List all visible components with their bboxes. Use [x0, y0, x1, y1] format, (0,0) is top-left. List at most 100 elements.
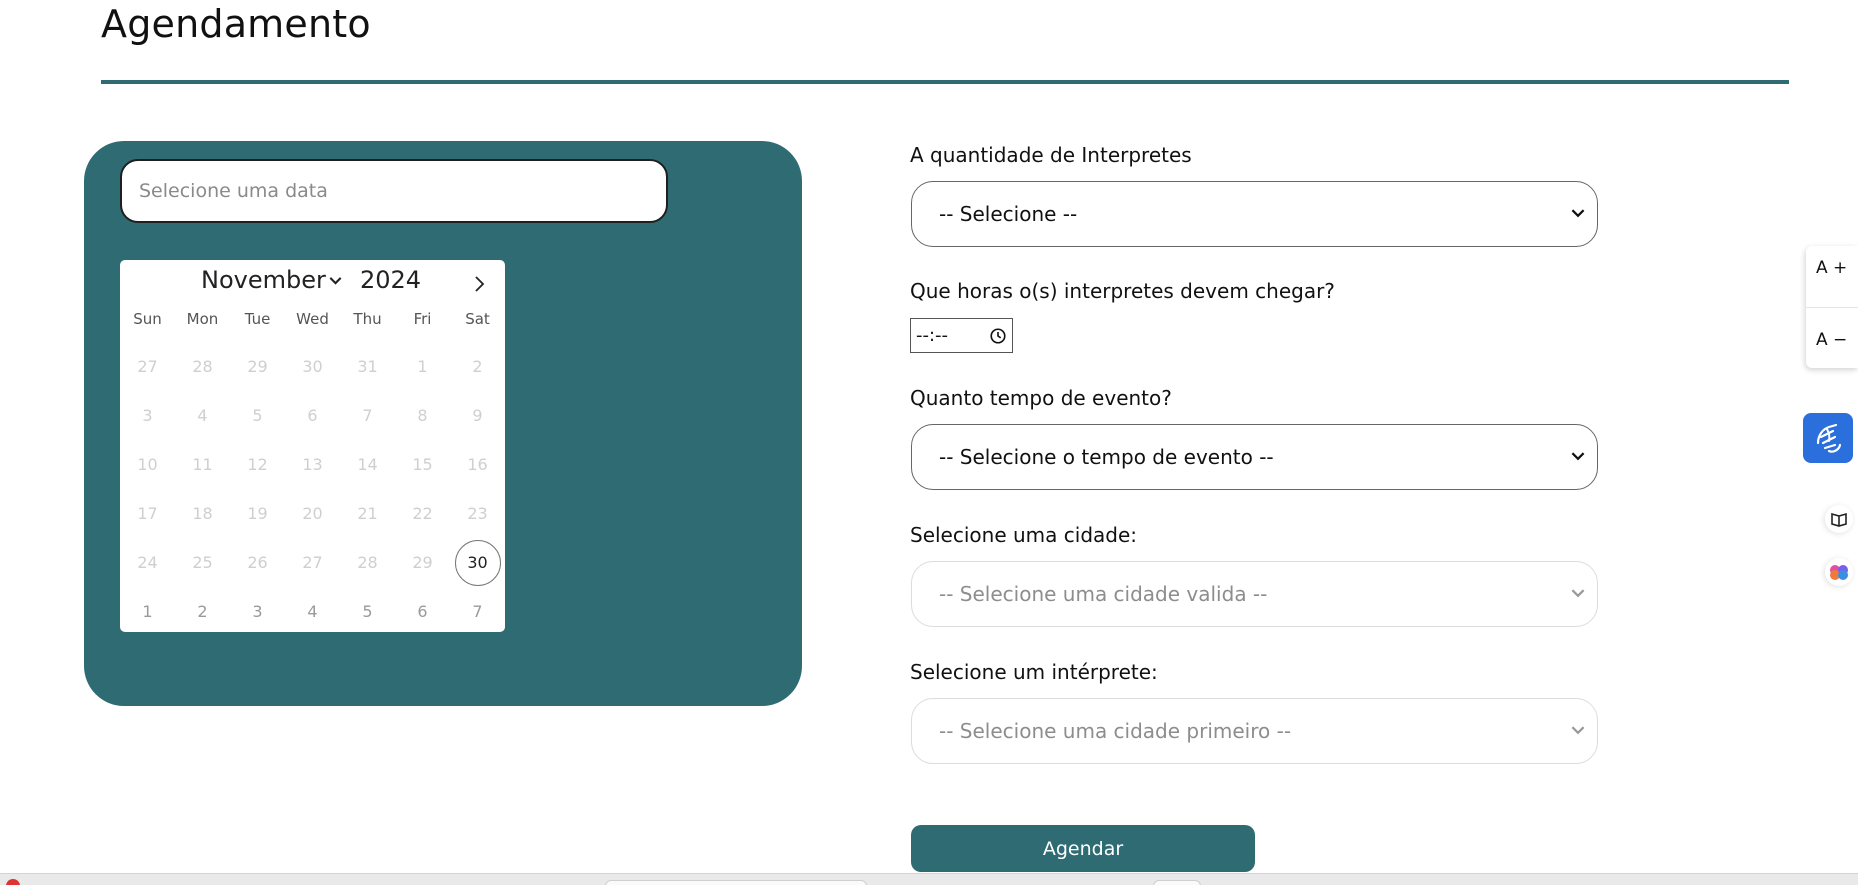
tempo-select[interactable]: -- Selecione o tempo de evento -- — [911, 424, 1598, 490]
cidade-select-value: -- Selecione uma cidade valida -- — [939, 582, 1268, 606]
day-label: 27 — [302, 553, 323, 572]
day-label: 9 — [472, 406, 483, 425]
interprete-select-value: -- Selecione uma cidade primeiro -- — [939, 719, 1292, 743]
calendar-day[interactable]: 1 — [120, 587, 175, 636]
day-label: 4 — [197, 406, 208, 425]
taskbar-item[interactable] — [605, 880, 867, 885]
interprete-select[interactable]: -- Selecione uma cidade primeiro -- — [911, 698, 1598, 764]
calendar-day[interactable]: 28 — [175, 342, 230, 391]
chevron-down-icon — [1571, 209, 1585, 218]
calendar-day[interactable]: 1 — [395, 342, 450, 391]
quantidade-select[interactable]: -- Selecione -- — [911, 181, 1598, 247]
calendar-day[interactable]: 17 — [120, 489, 175, 538]
day-label: 28 — [192, 357, 213, 376]
weekday-label: Sat — [465, 310, 490, 328]
day-label: 30 — [302, 357, 323, 376]
quantidade-label: A quantidade de Interpretes — [910, 143, 1192, 167]
day-label: 16 — [467, 455, 488, 474]
weekday-row: Sun Mon Tue Wed Thu Fri Sat — [120, 310, 505, 328]
calendar-day[interactable]: 6 — [395, 587, 450, 636]
taskbar-status-icon[interactable] — [6, 879, 20, 885]
calendar-day[interactable]: 16 — [450, 440, 505, 489]
calendar-day[interactable]: 26 — [230, 538, 285, 587]
calendar-day[interactable]: 29 — [395, 538, 450, 587]
day-label: 5 — [362, 602, 373, 621]
chevron-down-icon[interactable] — [329, 274, 342, 287]
calendar-day[interactable]: 13 — [285, 440, 340, 489]
day-label: 8 — [417, 406, 428, 425]
title-divider — [101, 80, 1789, 84]
calendar-day[interactable]: 15 — [395, 440, 450, 489]
day-label: 4 — [307, 602, 318, 621]
calendar-day[interactable]: 20 — [285, 489, 340, 538]
tempo-select-value: -- Selecione o tempo de evento -- — [939, 445, 1274, 469]
calendar-day[interactable]: 27 — [285, 538, 340, 587]
calendar-day[interactable]: 5 — [340, 587, 395, 636]
day-label: 3 — [142, 406, 153, 425]
calendar-day[interactable]: 29 — [230, 342, 285, 391]
page: Agendamento November 2024 SunMonTueWedTh… — [0, 0, 1858, 885]
day-label: 6 — [307, 406, 318, 425]
calendar-day[interactable]: 24 — [120, 538, 175, 587]
calendar-day[interactable]: 30 — [285, 342, 340, 391]
calendar-day[interactable]: 12 — [230, 440, 285, 489]
agendar-button[interactable]: Agendar — [911, 825, 1255, 872]
tempo-label: Quanto tempo de evento? — [910, 386, 1172, 410]
calendar-day[interactable]: 14 — [340, 440, 395, 489]
day-label: 11 — [192, 455, 213, 474]
reading-mode-button[interactable] — [1825, 505, 1853, 533]
calendar-day[interactable]: 4 — [285, 587, 340, 636]
calendar-day[interactable]: 2 — [175, 587, 230, 636]
day-label: 7 — [362, 406, 373, 425]
hand-sign-icon — [1816, 423, 1842, 453]
calendar-day[interactable]: 2 — [450, 342, 505, 391]
day-label: 31 — [357, 357, 378, 376]
horario-time-input[interactable]: --:-- — [910, 318, 1013, 353]
book-icon — [1831, 512, 1847, 527]
cidade-select[interactable]: -- Selecione uma cidade valida -- — [911, 561, 1598, 627]
calendar-day[interactable]: 6 — [285, 391, 340, 440]
calendar-day[interactable]: 5 — [230, 391, 285, 440]
calendar-day[interactable]: 18 — [175, 489, 230, 538]
calendar-day[interactable]: 8 — [395, 391, 450, 440]
day-label: 17 — [137, 504, 158, 523]
font-decrease-button[interactable]: A − — [1816, 330, 1847, 350]
calendar-month-select[interactable]: November — [201, 266, 326, 294]
calendar-day[interactable]: 3 — [120, 391, 175, 440]
calendar-day[interactable]: 23 — [450, 489, 505, 538]
calendar-day[interactable]: 25 — [175, 538, 230, 587]
horario-time-value: --:-- — [916, 325, 949, 346]
day-label: 27 — [137, 357, 158, 376]
calendar-day[interactable]: 11 — [175, 440, 230, 489]
calendar-day[interactable]: 3 — [230, 587, 285, 636]
calendar-day[interactable]: 9 — [450, 391, 505, 440]
day-label: 6 — [417, 602, 428, 621]
calendar-day[interactable]: 22 — [395, 489, 450, 538]
calendar-day[interactable]: 21 — [340, 489, 395, 538]
day-label: 23 — [467, 504, 488, 523]
selected-day-label: 30 — [454, 539, 501, 586]
calendar-day[interactable]: 7 — [450, 587, 505, 636]
weekday-label: Wed — [296, 310, 329, 328]
calendar-day[interactable]: 4 — [175, 391, 230, 440]
libras-button[interactable] — [1803, 413, 1853, 463]
next-month-icon[interactable] — [468, 272, 492, 296]
cognitive-mode-button[interactable] — [1825, 558, 1853, 586]
font-increase-button[interactable]: A + — [1816, 258, 1847, 278]
calendar-day[interactable]: 7 — [340, 391, 395, 440]
day-label: 5 — [252, 406, 263, 425]
calendar-day[interactable]: 31 — [340, 342, 395, 391]
day-label: 20 — [302, 504, 323, 523]
date-input[interactable] — [120, 159, 668, 223]
clock-icon[interactable] — [989, 327, 1007, 345]
calendar-day[interactable]: 28 — [340, 538, 395, 587]
calendar-year-input[interactable]: 2024 — [360, 266, 421, 294]
day-label: 7 — [472, 602, 483, 621]
taskbar-item[interactable] — [1153, 880, 1201, 885]
calendar-day[interactable]: 10 — [120, 440, 175, 489]
calendar-day[interactable]: 19 — [230, 489, 285, 538]
chevron-down-icon — [1571, 452, 1585, 461]
weekday-label: Mon — [186, 310, 219, 328]
calendar-day[interactable]: 27 — [120, 342, 175, 391]
calendar-day-selected[interactable]: 30 — [450, 538, 505, 587]
